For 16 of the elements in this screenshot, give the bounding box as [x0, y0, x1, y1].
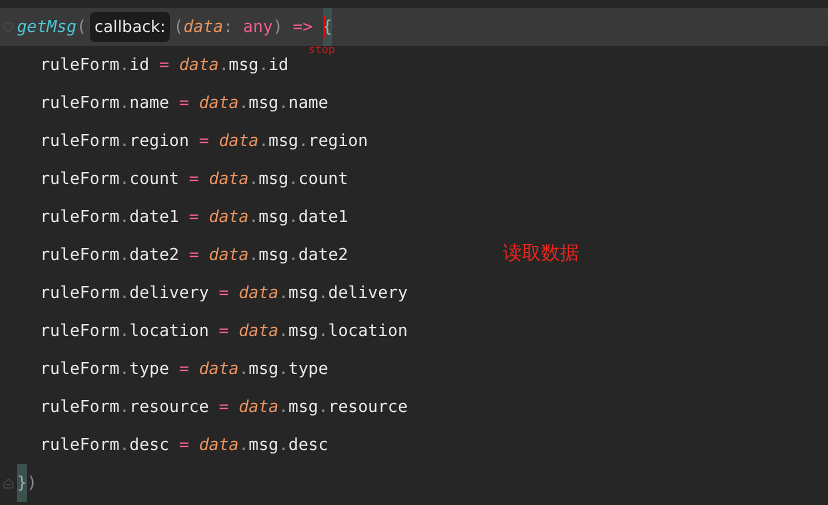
parameter-hint: callback:: [90, 12, 170, 42]
code-text: ruleForm.region = data.msg.region: [40, 130, 368, 152]
code-text: ruleForm.location = data.msg.location: [40, 320, 408, 342]
code-text: ruleForm.type = data.msg.type: [40, 358, 328, 380]
code-text: ruleForm.name = data.msg.name: [40, 92, 328, 114]
code-text: ruleForm.delivery = data.msg.delivery: [40, 282, 408, 304]
code-text: ruleForm.date1 = data.msg.date1: [40, 206, 348, 228]
caret-label: stop: [308, 44, 336, 56]
code-text: ruleForm.resource = data.msg.resource: [40, 396, 408, 418]
code-text: ruleForm.id = data.msg.id: [40, 54, 288, 76]
code-text: ruleForm.desc = data.msg.desc: [40, 434, 328, 456]
code-text: ruleForm.date2 = data.msg.date2: [40, 244, 348, 266]
code-text: getMsg(: [17, 16, 87, 38]
annotation: 读取数据: [503, 241, 579, 266]
code-text: ruleForm.count = data.msg.count: [40, 168, 348, 190]
fold-icon[interactable]: [3, 478, 14, 488]
